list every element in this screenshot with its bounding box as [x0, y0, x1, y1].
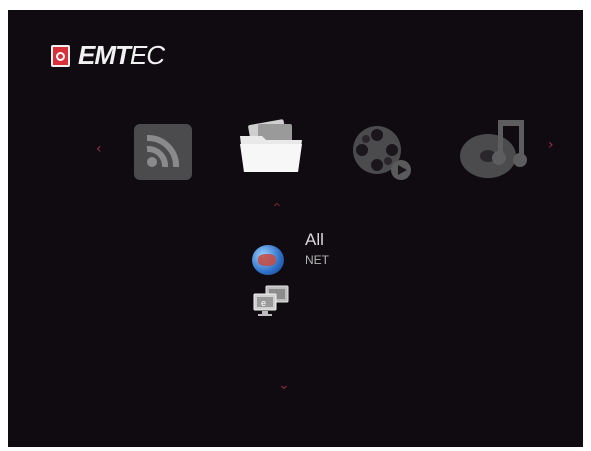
list-up-arrow-icon[interactable]: ⌃: [271, 201, 283, 217]
nav-right-arrow-icon[interactable]: ›: [548, 137, 554, 153]
logo-icon: [51, 44, 70, 67]
music-disc-icon[interactable]: [454, 116, 534, 180]
list-down-arrow-icon[interactable]: ⌄: [278, 377, 290, 393]
logo-text: EMTEC: [78, 40, 165, 70]
brand-logo: EMTEC: [51, 40, 165, 71]
folder-icon[interactable]: [236, 118, 306, 176]
media-player-screen: EMTEC ‹ › ⌃ All NET e ⌄: [8, 10, 583, 447]
globe-icon[interactable]: [252, 245, 284, 275]
list-item-sublabel: NET: [305, 253, 329, 267]
nav-left-arrow-icon[interactable]: ‹: [96, 141, 102, 157]
svg-text:e: e: [261, 298, 266, 308]
list-item-label[interactable]: All: [305, 230, 324, 250]
network-computers-icon[interactable]: e: [252, 284, 294, 318]
rss-icon[interactable]: [134, 124, 192, 180]
film-reel-icon[interactable]: [347, 122, 417, 184]
